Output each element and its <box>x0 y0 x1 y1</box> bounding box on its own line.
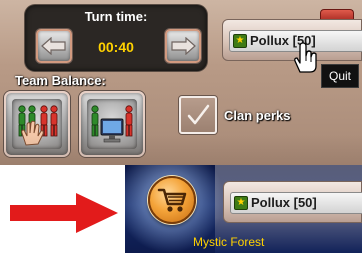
map-preview-panel: ★ Pollux [50] Mystic Forest <box>125 165 362 253</box>
turn-time-value: 00:40 <box>98 39 134 55</box>
checkmark-icon <box>187 104 210 125</box>
player-name-strip: ★ Pollux [50] <box>230 192 362 214</box>
shopping-cart-icon <box>157 188 187 212</box>
rank-badge-icon: ★ <box>234 196 248 210</box>
drag-hand-soldiers-icon <box>18 105 58 146</box>
map-name: Mystic Forest <box>193 235 265 249</box>
manual-balance-face <box>12 99 62 149</box>
increase-turn-time-button[interactable] <box>165 29 201 63</box>
computer-soldiers-icon <box>91 105 133 143</box>
arrow-left-icon <box>41 37 66 55</box>
clan-perks-label: Clan perks <box>224 108 291 123</box>
game-settings-panel: Turn time: 00:40 Team Balance: Clan perk… <box>0 0 362 165</box>
turn-time-title: Turn time: <box>84 9 148 24</box>
team-balance-label: Team Balance: <box>15 73 106 88</box>
rank-badge-icon: ★ <box>233 34 247 48</box>
manual-balance-button[interactable] <box>4 91 70 157</box>
quit-tooltip: Quit <box>321 64 359 88</box>
auto-balance-face <box>87 99 137 149</box>
arrow-right-icon <box>171 37 196 55</box>
shop-button[interactable] <box>148 176 196 224</box>
hand-cursor-icon <box>294 42 317 73</box>
turn-time-box: Turn time: 00:40 <box>25 5 207 71</box>
clan-perks-checkbox[interactable] <box>179 96 217 134</box>
red-callout-arrow-icon <box>10 193 118 233</box>
decrease-turn-time-button[interactable] <box>36 29 72 63</box>
player-card[interactable]: ★ Pollux [50] <box>223 181 362 223</box>
auto-balance-button[interactable] <box>79 91 145 157</box>
player-name: Pollux [50] <box>251 195 317 210</box>
